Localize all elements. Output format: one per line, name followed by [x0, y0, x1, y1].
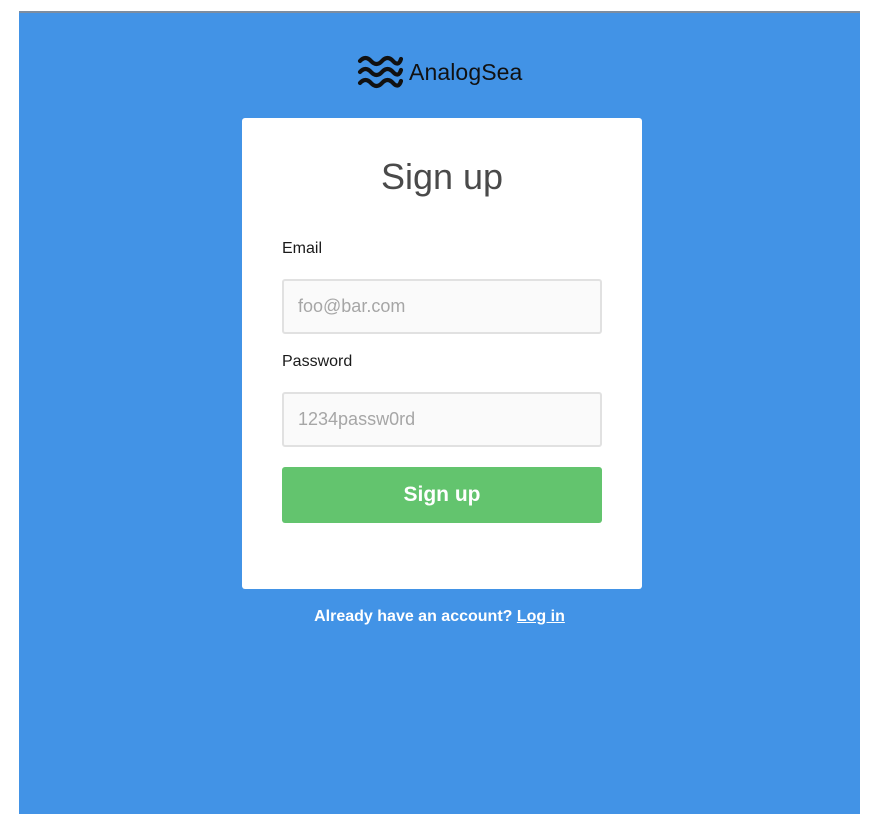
login-prompt-text: Already have an account? — [314, 608, 513, 625]
password-label: Password — [282, 353, 353, 370]
brand[interactable]: AnalogSea — [357, 53, 522, 91]
email-label: Email — [282, 240, 323, 257]
login-prompt: Already have an account? Log in — [19, 608, 860, 626]
log-in-link[interactable]: Log in — [517, 608, 565, 625]
signup-card: Sign up Email Password Sign up — [242, 118, 642, 589]
page-background: AnalogSea Sign up Email Password Sign up… — [19, 11, 860, 814]
brand-name: AnalogSea — [409, 58, 523, 85]
waves-icon — [357, 55, 403, 89]
password-field[interactable] — [282, 392, 602, 447]
page-title: Sign up — [380, 156, 504, 197]
sign-up-button[interactable]: Sign up — [282, 467, 602, 523]
email-field[interactable] — [282, 279, 602, 334]
